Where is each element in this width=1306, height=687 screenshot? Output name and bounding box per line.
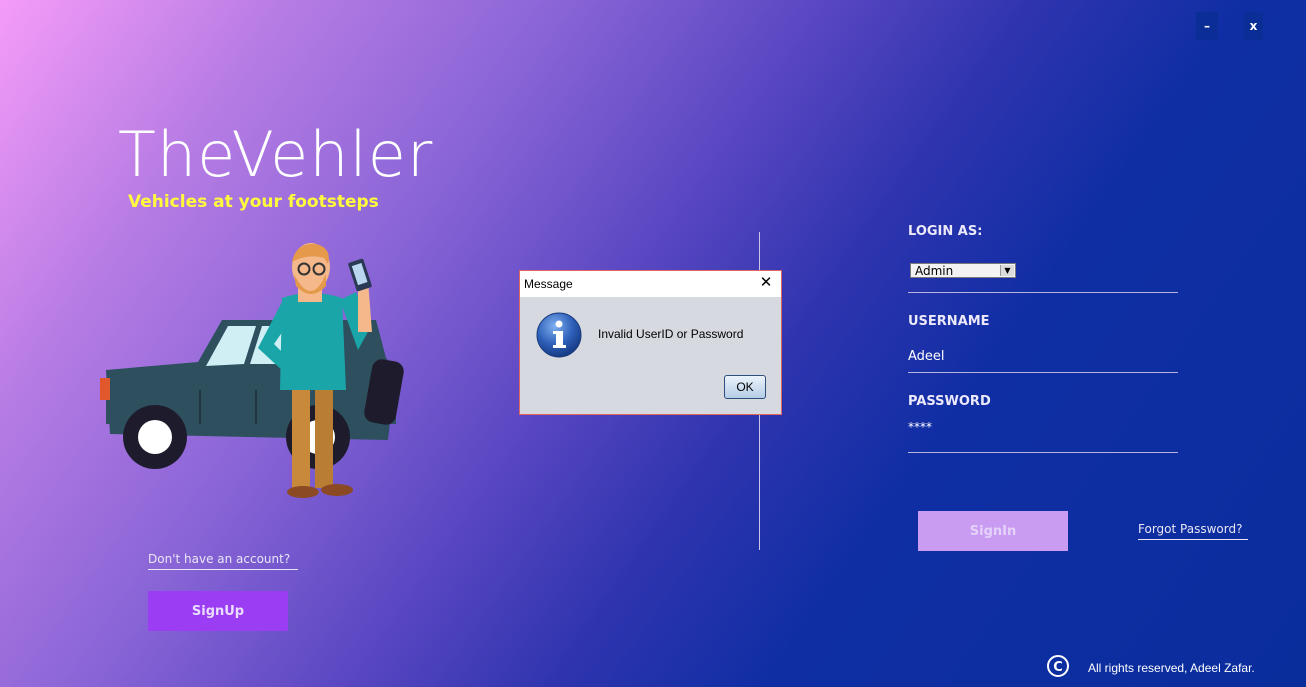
copyright-icon: C bbox=[1047, 655, 1069, 677]
username-underline bbox=[908, 372, 1178, 373]
brand-tagline: Vehicles at your footsteps bbox=[128, 192, 379, 212]
close-icon: x bbox=[1249, 19, 1258, 33]
password-label: PASSWORD bbox=[908, 394, 991, 409]
close-window-button[interactable]: x bbox=[1244, 12, 1263, 40]
dialog-message: Invalid UserID or Password bbox=[598, 327, 744, 341]
signin-button[interactable]: SignIn bbox=[918, 511, 1068, 551]
dialog-titlebar[interactable]: Message ✕ bbox=[520, 271, 781, 297]
signup-button[interactable]: SignUp bbox=[148, 591, 288, 631]
password-field[interactable]: **** bbox=[908, 420, 932, 434]
ok-button[interactable]: OK bbox=[724, 375, 766, 399]
info-icon bbox=[536, 312, 582, 358]
role-select-value: Admin bbox=[915, 264, 954, 278]
brand-title: TheVehler bbox=[118, 118, 434, 191]
dialog-title: Message bbox=[524, 277, 573, 291]
chevron-down-icon[interactable]: ▼ bbox=[1000, 265, 1014, 276]
username-label: USERNAME bbox=[908, 314, 990, 329]
login-as-underline bbox=[908, 292, 1178, 293]
login-as-label: LOGIN AS: bbox=[908, 224, 983, 239]
login-role-select[interactable]: Admin ▼ bbox=[910, 263, 1016, 278]
man-with-car-illustration bbox=[100, 243, 404, 498]
minimize-button[interactable]: – bbox=[1196, 12, 1218, 40]
no-account-link[interactable]: Don't have an account? bbox=[148, 552, 298, 570]
username-field[interactable]: Adeel bbox=[908, 349, 945, 364]
password-underline bbox=[908, 452, 1178, 453]
footer-copyright-text: All rights reserved, Adeel Zafar. bbox=[1088, 661, 1255, 675]
login-window: – x TheVehler Vehicles at your footsteps bbox=[0, 0, 1306, 687]
forgot-password-link[interactable]: Forgot Password? bbox=[1138, 522, 1248, 540]
message-dialog: Message ✕ Invalid UserID or Password OK bbox=[519, 270, 782, 415]
minimize-icon: – bbox=[1204, 19, 1210, 33]
dialog-close-button[interactable]: ✕ bbox=[755, 273, 777, 295]
